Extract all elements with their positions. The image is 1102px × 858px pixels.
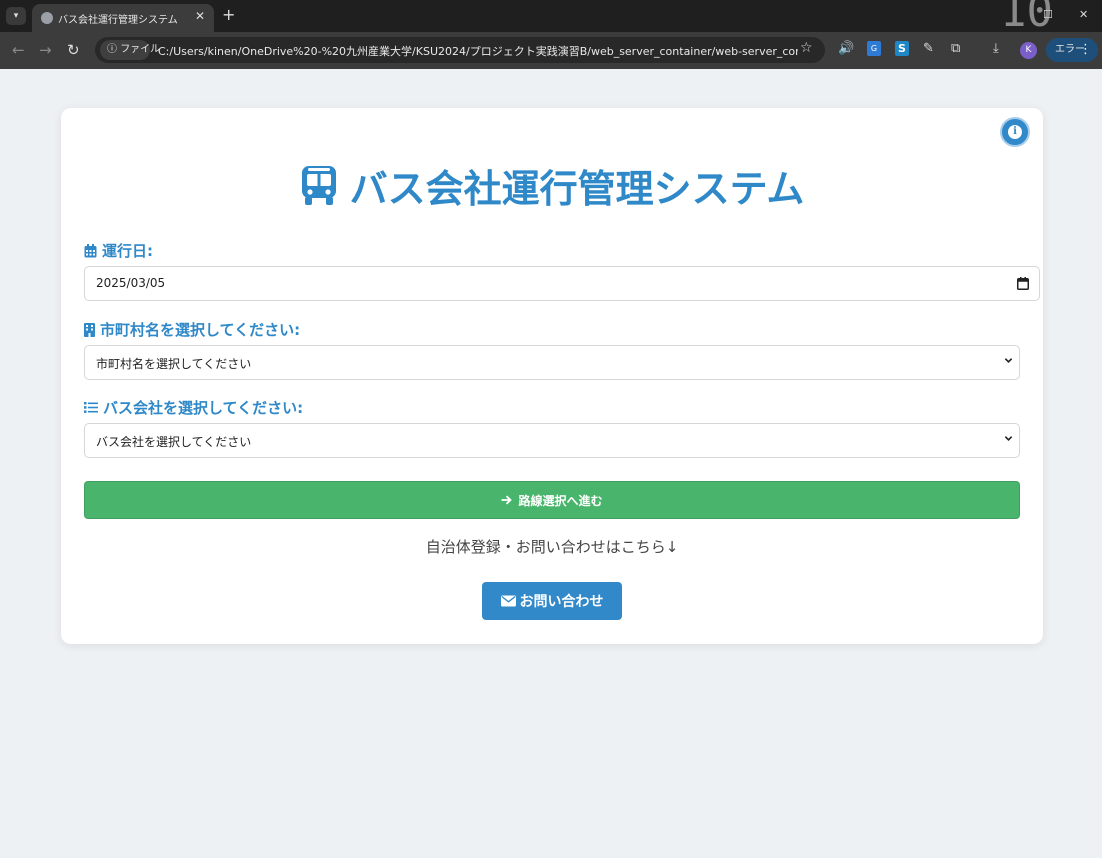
company-label-text: バス会社を選択してください: [103,399,304,417]
eyedropper-icon[interactable]: ✎ [923,41,934,56]
s-extension-icon[interactable]: S [895,41,909,56]
info-button[interactable]: i [1000,117,1030,147]
error-button[interactable]: エラー ⋮ [1046,38,1098,62]
list-icon [84,402,98,413]
register-text: 自治体登録・お問い合わせはこちら↓ [425,538,679,556]
site-info-label: ファイル [120,44,161,55]
chevron-down-icon [1004,436,1013,441]
new-tab-button[interactable]: + [222,5,235,24]
municipality-select-value: 市町村名を選択してください [96,357,252,371]
company-label: バス会社を選択してください: [84,397,303,418]
site-info-chip[interactable]: ⓘ ファイル [100,40,160,60]
envelope-icon [500,595,516,607]
back-icon[interactable]: ← [12,41,25,59]
speaker-icon[interactable]: 🔊 [838,41,854,56]
maximize-icon[interactable]: ☐ [1043,8,1053,21]
municipality-select[interactable]: 市町村名を選択してください [84,345,1020,380]
date-label-text: 運行日: [102,242,153,260]
browser-tab-bar: ▾ バス会社運行管理システム ✕ + 10 ☐ ✕ [0,0,1102,37]
main-card: i バス会社運行管理システム 運行日: 2025/03/05 市町村名を選択して… [61,108,1043,644]
company-select-value: バス会社を選択してください [96,435,252,449]
arrow-right-icon [501,495,513,505]
date-input[interactable]: 2025/03/05 [84,266,1040,301]
calendar-icon [84,243,97,257]
tab-title: バス会社運行管理システム [58,15,178,26]
download-icon[interactable]: ⤓ [993,41,999,56]
info-icon: i [1008,125,1022,139]
chevron-down-icon [1004,358,1013,363]
translate-extension-icon[interactable]: G [867,41,881,56]
municipality-label-text: 市町村名を選択してください: [100,321,301,339]
reload-icon[interactable]: ↻ [67,41,80,59]
proceed-route-button[interactable]: 路線選択へ進む [84,481,1020,519]
browser-tab[interactable]: バス会社運行管理システム ✕ [32,4,214,32]
tab-search-button[interactable]: ▾ [6,7,26,25]
date-input-value: 2025/03/05 [96,276,166,290]
window-close-icon[interactable]: ✕ [1079,8,1088,21]
url-text[interactable]: C:/Users/kinen/OneDrive%20-%20九州産業大学/KSU… [158,43,798,59]
contact-button[interactable]: お問い合わせ [482,582,622,620]
building-icon [84,322,95,337]
address-bar[interactable]: ⓘ ファイル C:/Users/kinen/OneDrive%20-%20九州産… [95,37,825,63]
date-label: 運行日: [84,240,153,261]
proceed-route-label: 路線選択へ進む [518,493,603,508]
bookmark-star-icon[interactable]: ☆ [800,40,813,56]
forward-icon[interactable]: → [39,41,52,59]
tab-close-icon[interactable]: ✕ [195,9,205,23]
extensions-puzzle-icon[interactable]: ⧉ [951,41,960,56]
contact-label: お問い合わせ [519,594,604,610]
profile-avatar[interactable]: K [1020,42,1037,59]
bus-icon [301,166,336,205]
page-header: バス会社運行管理システム [61,160,1043,211]
calendar-picker-icon[interactable] [1017,277,1029,290]
municipality-label: 市町村名を選択してください: [84,319,300,340]
page-title: バス会社運行管理システム [349,166,805,211]
company-select[interactable]: バス会社を選択してください [84,423,1020,458]
globe-icon [41,12,53,24]
menu-dots-icon[interactable]: ⋮ [1079,38,1092,62]
browser-toolbar: ← → ↻ ⓘ ファイル C:/Users/kinen/OneDrive%20-… [0,32,1102,69]
